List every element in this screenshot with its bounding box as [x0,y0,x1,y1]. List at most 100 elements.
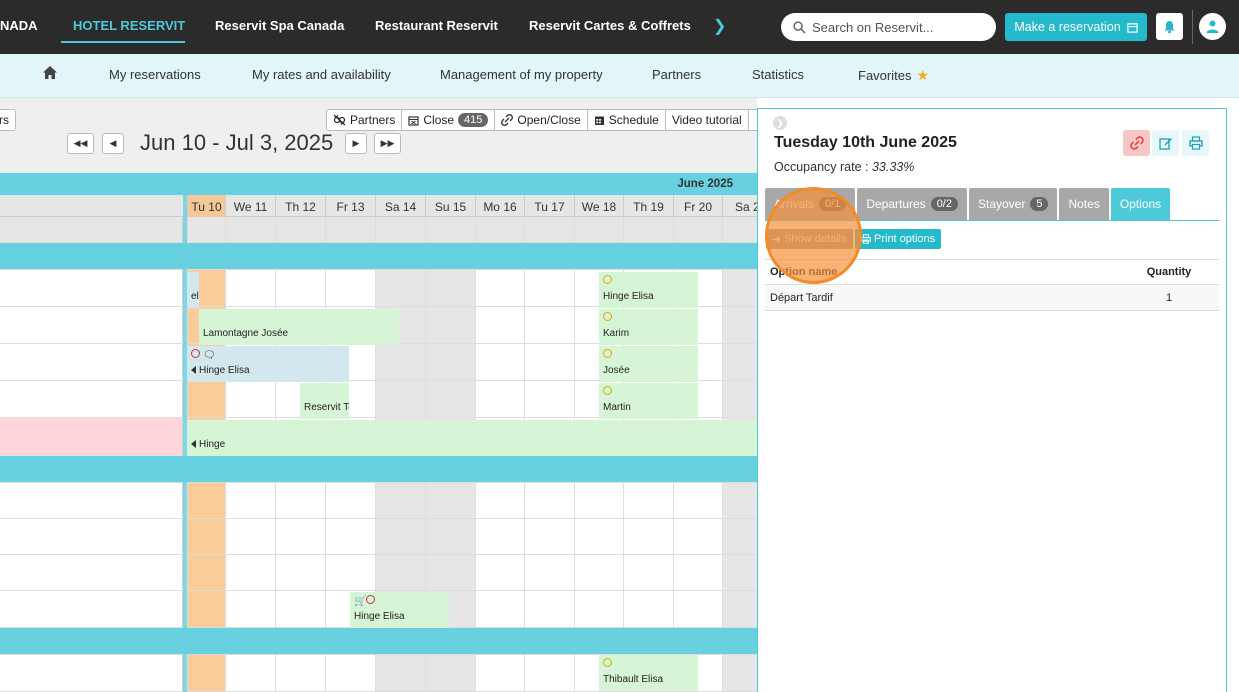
schedule-button[interactable]: Schedule [587,109,666,131]
day-cell[interactable] [475,655,524,691]
day-cell[interactable] [524,483,574,518]
booking-block[interactable]: 🗨 Hinge Elisa [187,346,349,382]
open-close-button[interactable]: Open/Close [495,109,588,131]
day-cell[interactable] [722,555,757,590]
day-cell[interactable] [425,381,475,417]
subnav-statistics[interactable]: Statistics [752,67,804,82]
next-day-button[interactable]: ▶ [345,133,367,154]
tab-notes[interactable]: Notes [1059,188,1109,220]
day-cell[interactable] [275,519,325,554]
day-header[interactable]: Sa 14 [375,195,425,217]
subnav-partners[interactable]: Partners [652,67,701,82]
day-cell[interactable] [425,307,475,343]
day-cell[interactable] [225,555,275,590]
day-cell[interactable] [475,381,524,417]
day-header[interactable]: Su 15 [425,195,475,217]
day-cell[interactable] [722,591,757,627]
booking-block[interactable]: Lamontagne Josée [199,309,399,345]
day-cell[interactable] [722,381,757,417]
print-options-button[interactable]: Print options [855,229,942,249]
day-header[interactable]: Tu 17 [524,195,574,217]
day-cell[interactable] [275,270,325,306]
day-cell[interactable] [524,655,574,691]
day-header-today[interactable]: Tu 10 [187,195,225,217]
day-header[interactable]: We 18 [574,195,623,217]
day-cell[interactable] [325,655,375,691]
day-cell[interactable] [425,519,475,554]
topnav-item-spa[interactable]: Reservit Spa Canada [215,18,344,33]
day-cell[interactable] [623,555,673,590]
booking-block[interactable]: Martin [599,383,698,419]
day-cell[interactable] [187,655,225,691]
day-cell[interactable] [722,655,757,691]
topnav-item-hotel[interactable]: HOTEL RESERVIT [73,18,185,33]
day-cell[interactable] [275,655,325,691]
day-cell[interactable] [623,483,673,518]
print-button[interactable] [1182,130,1209,156]
day-cell[interactable] [325,519,375,554]
day-cell[interactable] [673,591,722,627]
tab-options[interactable]: Options [1110,188,1171,220]
day-cell[interactable] [475,483,524,518]
day-cell[interactable] [574,591,623,627]
day-cell[interactable] [524,270,574,306]
day-cell[interactable] [673,483,722,518]
day-cell[interactable] [574,555,623,590]
prev-period-button[interactable]: ◀◀ [67,133,94,154]
day-cell[interactable] [225,591,275,627]
day-cell[interactable] [722,519,757,554]
day-cell[interactable] [623,519,673,554]
booking-block[interactable]: ele [187,272,199,308]
day-cell[interactable] [524,519,574,554]
day-header[interactable]: Fr 13 [325,195,375,217]
day-cell[interactable] [475,519,524,554]
notifications-button[interactable] [1156,13,1183,40]
partners-button[interactable]: Partners [326,109,403,131]
day-cell[interactable] [187,555,225,590]
day-cell[interactable] [375,483,425,518]
day-cell[interactable] [475,270,524,306]
day-cell[interactable] [524,591,574,627]
close-panel-icon[interactable]: ❯ [773,116,787,130]
subnav-my-reservations[interactable]: My reservations [109,67,201,82]
day-cell[interactable] [574,519,623,554]
edit-button[interactable] [1152,130,1179,156]
day-cell[interactable] [722,307,757,343]
booking-block[interactable]: Josée [599,346,698,382]
day-cell[interactable] [425,270,475,306]
subnav-property-management[interactable]: Management of my property [440,67,603,82]
subnav-rates-availability[interactable]: My rates and availability [252,67,391,82]
day-cell[interactable] [375,655,425,691]
day-cell[interactable] [425,483,475,518]
day-header[interactable]: We 11 [225,195,275,217]
make-reservation-button[interactable]: Make a reservation [1005,13,1147,41]
booking-block[interactable]: Hinge [187,420,757,456]
topnav-item-restaurant[interactable]: Restaurant Reservit [375,18,498,33]
topnav-item-canada[interactable]: NADA [0,18,38,33]
day-header[interactable]: Sa 2 [722,195,757,217]
day-cell[interactable] [623,591,673,627]
day-cell[interactable] [425,344,475,380]
day-cell[interactable] [275,483,325,518]
day-cell[interactable] [225,655,275,691]
day-cell[interactable] [275,591,325,627]
day-cell[interactable] [325,270,375,306]
day-cell[interactable] [722,270,757,306]
unlink-button[interactable] [1123,130,1150,156]
day-cell[interactable] [524,381,574,417]
day-cell[interactable] [673,555,722,590]
day-cell[interactable] [722,483,757,518]
day-cell[interactable] [225,519,275,554]
day-cell[interactable] [225,381,275,417]
day-header[interactable]: Mo 16 [475,195,524,217]
day-cell[interactable] [375,344,425,380]
day-cell[interactable] [375,555,425,590]
search-box[interactable] [781,13,996,41]
tab-stayover[interactable]: Stayover 5 [968,188,1058,220]
prev-day-button[interactable]: ◀ [102,133,124,154]
left-panel-toggle-button[interactable]: rs [0,109,16,131]
day-cell[interactable] [475,344,524,380]
day-cell[interactable] [574,483,623,518]
day-header[interactable]: Th 12 [275,195,325,217]
day-header[interactable]: Fr 20 [673,195,722,217]
